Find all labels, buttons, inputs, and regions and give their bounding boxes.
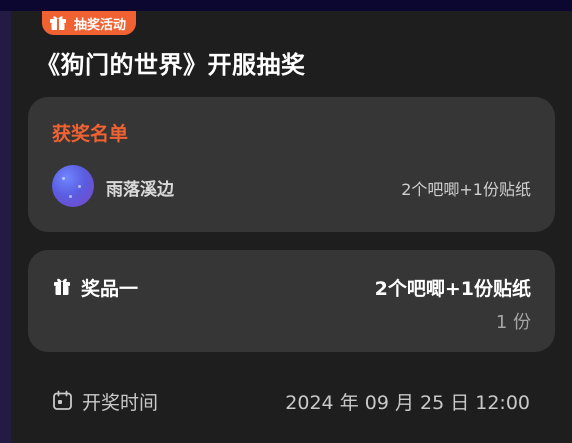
left-edge-strip — [0, 0, 11, 443]
gift-icon — [54, 278, 70, 295]
page-title: 《狗门的世界》开服抽奖 — [36, 51, 306, 79]
avatar-star — [69, 195, 72, 198]
winners-heading: 获奖名单 — [52, 123, 129, 145]
avatar-star — [62, 177, 65, 180]
prize-quantity: 1 份 — [495, 312, 531, 333]
prize-card: 奖品一 2个吧唧+1份贴纸 1 份 — [28, 250, 555, 352]
winner-name[interactable]: 雨落溪边 — [106, 175, 174, 200]
winner-prize: 2个吧唧+1份贴纸 — [401, 180, 531, 199]
draw-time-value: 2024 年 09 月 25 日 12:00 — [285, 392, 530, 414]
draw-time-label: 开奖时间 — [82, 392, 159, 414]
calendar-icon — [53, 390, 72, 410]
badge-label: 抽奖活动 — [74, 17, 127, 33]
gift-box-icon — [48, 15, 68, 32]
winner-avatar[interactable] — [52, 165, 94, 207]
top-edge-strip — [0, 0, 572, 11]
prize-description: 2个吧唧+1份贴纸 — [374, 278, 531, 300]
winners-card: 获奖名单 雨落溪边 2个吧唧+1份贴纸 — [28, 97, 555, 232]
avatar-star — [78, 185, 81, 188]
prize-name: 奖品一 — [81, 278, 139, 300]
lottery-activity-badge: 抽奖活动 — [42, 11, 137, 35]
